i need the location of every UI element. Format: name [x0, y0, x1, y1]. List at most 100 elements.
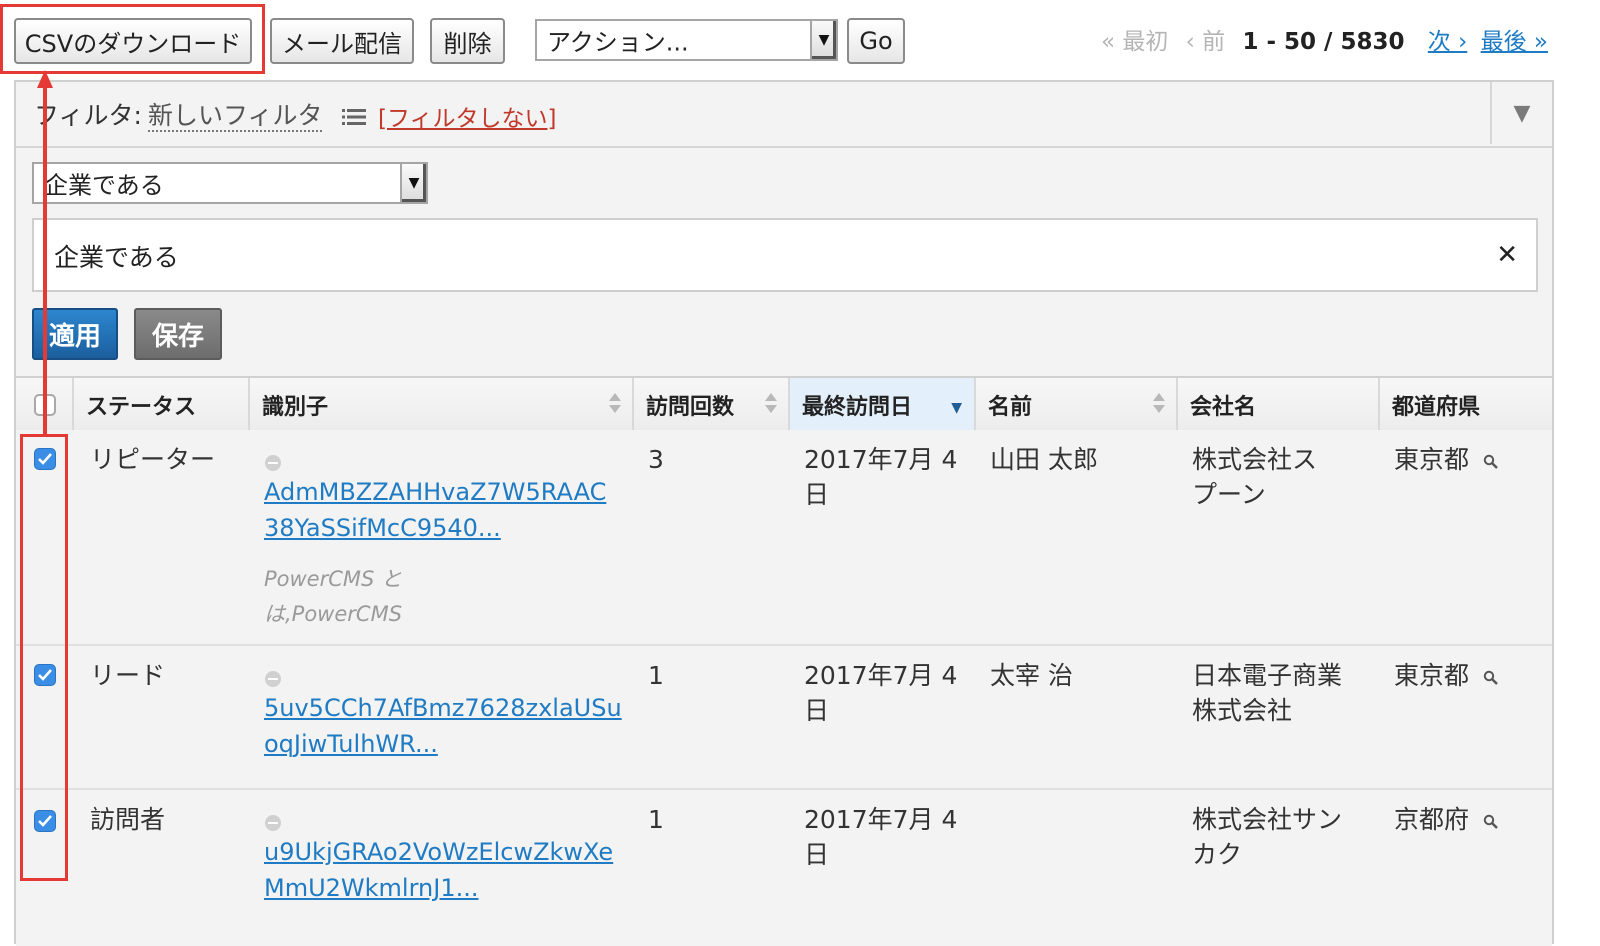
close-icon[interactable]: ✕ — [1496, 240, 1518, 270]
company-line: カク — [1192, 840, 1243, 869]
header-last-visit[interactable]: 最終訪問日 ▼ — [790, 378, 976, 432]
pager-prev: ‹ 前 — [1185, 29, 1226, 55]
note-line: は,PowerCMS — [264, 602, 403, 626]
sort-icon — [765, 393, 777, 413]
prefecture-cell: 東京都 — [1394, 442, 1499, 479]
identifier-line: AdmMBZZAHHvaZ7W5RAAC — [264, 478, 607, 506]
filter-field-select[interactable]: 企業である ▼ — [32, 162, 428, 204]
pager-last-link[interactable]: 最後 » — [1481, 29, 1548, 55]
pager-next-link[interactable]: 次 › — [1428, 29, 1468, 55]
sort-icon — [609, 393, 621, 413]
header-identifier[interactable]: 識別子 — [250, 378, 634, 432]
name-cell: 太宰 治 — [990, 661, 1073, 690]
identifier-cell: u9UkjGRAo2VoWzElcwZkwXe MmU2WkmlrnJ1... — [264, 802, 613, 906]
identifier-link[interactable]: AdmMBZZAHHvaZ7W5RAAC 38YaSSifMcC9540... — [264, 478, 606, 542]
search-icon[interactable] — [1483, 660, 1499, 695]
filter-title: フィルタ: 新しいフィルタ — [34, 96, 367, 132]
visits-cell: 1 — [648, 661, 664, 690]
identifier-line: oqJiwTulhWR... — [264, 730, 438, 758]
last-visit-cell: 2017年7月 4 日 — [804, 442, 957, 512]
pager-first: « 最初 — [1100, 29, 1169, 55]
prefecture-text: 東京都 — [1394, 445, 1470, 474]
prefecture-cell: 東京都 — [1394, 658, 1499, 695]
minus-circle-icon — [265, 455, 281, 471]
prefecture-text: 京都府 — [1394, 805, 1470, 834]
header-name-label: 名前 — [988, 395, 1033, 420]
list-icon[interactable] — [342, 103, 367, 132]
status-cell: 訪問者 — [90, 805, 166, 834]
filter-header: フィルタ: 新しいフィルタ [フィルタしない] ▼ — [16, 82, 1552, 148]
table-header: ステータス 識別子 訪問回数 最終訪問日 ▼ 名前 会社名 都道府県 — [16, 376, 1552, 434]
visit-note: PowerCMS とは,PowerCMS — [264, 562, 606, 632]
table-row: リード 5uv5CCh7AfBmz7628zxlaUSu oqJiwTulhWR.… — [16, 646, 1552, 790]
prefecture-text: 東京都 — [1394, 661, 1470, 690]
header-status: ステータス — [74, 378, 250, 432]
identifier-line: u9UkjGRAo2VoWzElcwZkwXe — [264, 838, 614, 866]
status-cell: リード — [90, 661, 166, 690]
date-line: 2017年7月 4 — [804, 445, 958, 474]
identifier-line: 38YaSSifMcC9540... — [264, 514, 501, 542]
company-line: プーン — [1192, 480, 1266, 509]
date-line: 2017年7月 4 — [804, 805, 958, 834]
save-button[interactable]: 保存 — [134, 308, 222, 360]
company-line: 株式会社 — [1192, 696, 1293, 725]
minus-circle-icon — [265, 671, 281, 687]
highlight-box-checkboxes — [20, 434, 68, 881]
header-prefecture: 都道府県 — [1392, 395, 1481, 420]
header-last-visit-label: 最終訪問日 — [802, 395, 913, 420]
filter-name[interactable]: 新しいフィルタ — [147, 101, 323, 132]
condition-text: 企業である — [54, 243, 179, 272]
sort-desc-icon: ▼ — [951, 400, 962, 416]
chevron-down-icon: ▼ — [810, 21, 836, 59]
identifier-link[interactable]: u9UkjGRAo2VoWzElcwZkwXe MmU2WkmlrnJ1... — [264, 838, 613, 902]
header-identifier-label: 識別子 — [262, 395, 329, 420]
header-name[interactable]: 名前 — [976, 378, 1178, 432]
delete-button[interactable]: 削除 — [430, 18, 505, 64]
action-select-value: アクション... — [547, 28, 689, 57]
company-cell: 株式会社ス プーン — [1192, 442, 1317, 512]
minus-circle-icon — [265, 815, 281, 831]
mail-send-button[interactable]: メール配信 — [270, 18, 414, 64]
status-cell: リピーター — [90, 445, 216, 474]
search-icon[interactable] — [1483, 804, 1499, 839]
note-line: PowerCMS と — [264, 567, 403, 591]
pagination: « 最初 ‹ 前 1 - 50 / 5830 次 › 最後 » — [1101, 22, 1548, 56]
listing-panel: フィルタ: 新しいフィルタ [フィルタしない] ▼ 企業である ▼ 企業である ✕… — [14, 80, 1554, 946]
identifier-link[interactable]: 5uv5CCh7AfBmz7628zxlaUSu oqJiwTulhWR... — [264, 694, 622, 758]
last-visit-cell: 2017年7月 4 日 — [804, 802, 957, 872]
date-line: 日 — [804, 696, 830, 725]
company-line: 日本電子商業 — [1192, 661, 1343, 690]
search-icon[interactable] — [1483, 444, 1499, 479]
table-row: 訪問者 u9UkjGRAo2VoWzElcwZkwXe MmU2WkmlrnJ1.… — [16, 790, 1552, 946]
go-button[interactable]: Go — [847, 18, 905, 64]
table-row: リピーター AdmMBZZAHHvaZ7W5RAAC 38YaSSifMcC954… — [16, 430, 1552, 646]
company-cell: 日本電子商業 株式会社 — [1192, 658, 1342, 728]
annotation-arrow — [37, 70, 53, 434]
visits-cell: 3 — [648, 445, 664, 474]
date-line: 日 — [804, 480, 830, 509]
identifier-cell: 5uv5CCh7AfBmz7628zxlaUSu oqJiwTulhWR... — [264, 658, 622, 762]
company-line: 株式会社ス — [1192, 445, 1318, 474]
date-line: 2017年7月 4 — [804, 661, 958, 690]
name-cell: 山田 太郎 — [990, 445, 1098, 474]
header-visits-label: 訪問回数 — [646, 395, 735, 420]
chevron-down-icon: ▼ — [400, 164, 426, 202]
date-line: 日 — [804, 840, 830, 869]
sort-icon — [1153, 393, 1165, 413]
action-select[interactable]: アクション... ▼ — [535, 19, 838, 61]
prefecture-cell: 京都府 — [1394, 802, 1499, 839]
identifier-line: MmU2WkmlrnJ1... — [264, 874, 479, 902]
last-visit-cell: 2017年7月 4 日 — [804, 658, 957, 728]
filter-condition: 企業である ✕ — [32, 218, 1538, 292]
pager-range: 1 - 50 / 5830 — [1242, 29, 1405, 55]
visits-cell: 1 — [648, 805, 664, 834]
triangle-down-icon: ▼ — [1513, 100, 1531, 126]
collapse-toggle[interactable]: ▼ — [1490, 82, 1552, 144]
company-line: 株式会社サン — [1192, 805, 1343, 834]
no-filter-link[interactable]: [フィルタしない] — [378, 99, 557, 133]
header-visits[interactable]: 訪問回数 — [634, 378, 790, 432]
identifier-line: 5uv5CCh7AfBmz7628zxlaUSu — [264, 694, 622, 722]
header-company: 会社名 — [1178, 378, 1380, 432]
identifier-cell: AdmMBZZAHHvaZ7W5RAAC 38YaSSifMcC9540... P… — [264, 442, 606, 632]
company-cell: 株式会社サン カク — [1192, 802, 1342, 872]
